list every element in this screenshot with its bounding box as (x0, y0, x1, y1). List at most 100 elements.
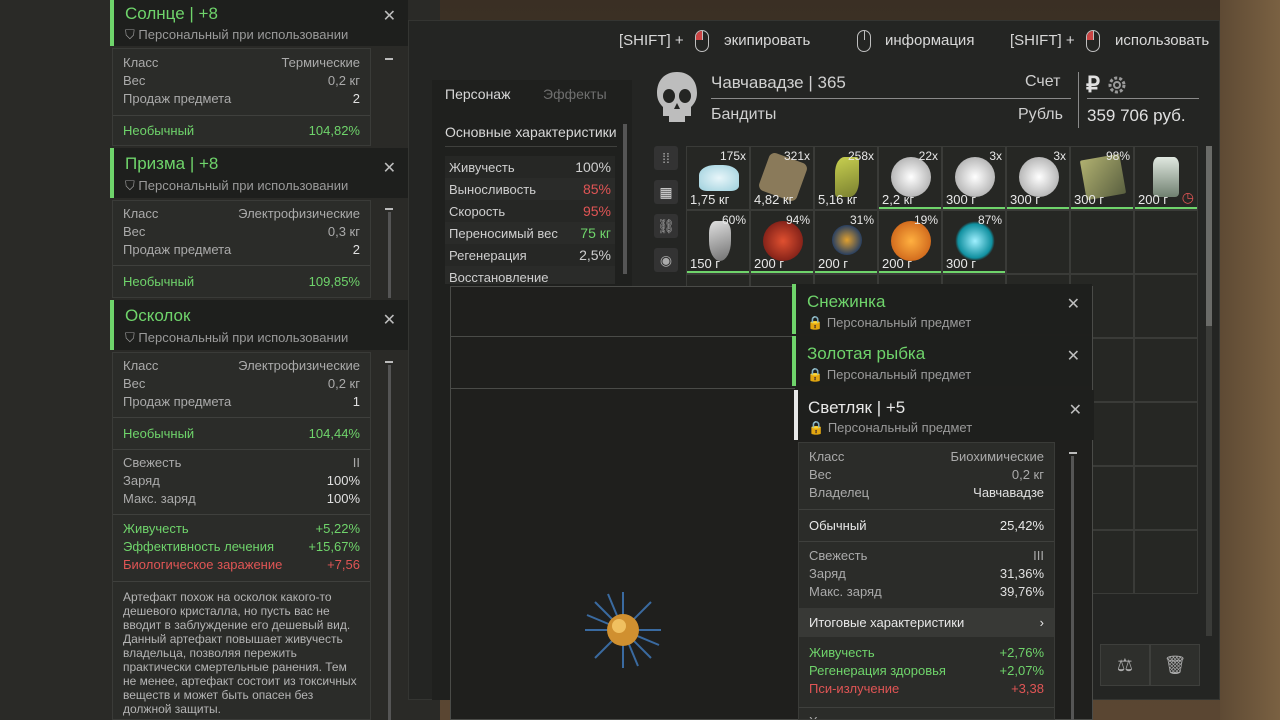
summary-label: Итоговые характеристики (809, 615, 965, 630)
inventory-slot[interactable]: 98% 300 г (1070, 146, 1134, 210)
close-icon[interactable]: ✕ (1067, 346, 1080, 366)
mouse-left-icon (695, 30, 709, 52)
divider (450, 388, 795, 389)
freshness-row: Свежесть III (809, 548, 1044, 566)
row-label: Вес (809, 467, 832, 482)
close-icon[interactable]: ✕ (383, 310, 396, 330)
close-icon[interactable]: ✕ (383, 158, 396, 178)
inventory-slot[interactable] (1134, 402, 1198, 466)
effect-value: +3,38 (1011, 681, 1044, 696)
inventory-slot[interactable]: 200 г ◷ (1134, 146, 1198, 210)
inventory-slot[interactable]: 175x 1,75 кг (686, 146, 750, 210)
weight-button[interactable]: ⚖ (1100, 644, 1150, 686)
inventory-slot[interactable]: 22x 2,2 кг (878, 146, 942, 210)
row-label: Макс. заряд (123, 491, 196, 506)
list-view-icon[interactable]: ⁞⁞ (654, 146, 678, 170)
ruble-icon: ₽ (1086, 72, 1100, 97)
close-icon[interactable]: ✕ (1069, 400, 1082, 420)
item-weight: 1,75 кг (690, 192, 730, 207)
tab-effects[interactable]: Эффекты (543, 86, 607, 102)
inventory-slot[interactable]: 3x 300 г (1006, 146, 1070, 210)
row-label: Заряд (809, 566, 846, 581)
item-weight: 200 г (1138, 192, 1169, 207)
item-count: 31% (849, 213, 874, 227)
item-icon (891, 157, 931, 197)
stat-label: Переносимый вес (449, 225, 558, 241)
scrollbar-thumb[interactable] (1206, 146, 1212, 326)
stat-row: Выносливость 85% (445, 178, 615, 200)
inventory-scrollbar[interactable] (1206, 146, 1212, 636)
stat-value: 2,5% (579, 247, 611, 263)
max-charge-row: Макс. заряд 39,76% (809, 584, 1044, 602)
inventory-slot[interactable]: 31% 200 г (814, 210, 878, 274)
divider (450, 336, 795, 337)
character-name: Чавчавадзе | 365 (711, 73, 846, 92)
settings-gear-icon[interactable] (1106, 74, 1128, 96)
inventory-slot[interactable]: 60% 150 г (686, 210, 750, 274)
inventory-slot[interactable]: 94% 200 г (750, 210, 814, 274)
tooltip-subtitle: ⛉ Персональный при использовании (125, 330, 348, 346)
summary-stats-button[interactable]: Итоговые характеристики › (799, 608, 1054, 637)
row-label: Свежесть (123, 455, 182, 470)
effect-label: Биологическое заражение (123, 557, 283, 572)
divider (711, 98, 1071, 99)
item-icon (699, 165, 739, 191)
inventory-slot[interactable] (1134, 466, 1198, 530)
stat-label: Выносливость (449, 181, 536, 197)
item-weight: 300 г (946, 192, 977, 207)
item-icon (763, 221, 803, 261)
effect-row: Биологическое заражение +7,56 (123, 557, 360, 575)
stats-scrollbar[interactable] (623, 124, 627, 274)
inventory-slot[interactable]: 87% 300 г (942, 210, 1006, 274)
firefly-artifact-icon (585, 592, 661, 668)
stat-value: 100% (575, 159, 611, 175)
tab-character[interactable]: Персонаж (445, 86, 510, 102)
tooltip-scrollbar[interactable] (388, 212, 391, 298)
row-label: Заряд (123, 473, 160, 488)
stat-label: Живучесть (449, 159, 515, 175)
row-value: III (1033, 548, 1044, 563)
item-description: Артефакт похож на осколок какого-то деше… (123, 590, 357, 716)
tooltip-scrollbar[interactable] (1071, 456, 1074, 720)
inventory-slot[interactable]: 19% 200 г (878, 210, 942, 274)
tooltip-scrollbar[interactable] (388, 365, 391, 720)
inventory-slot[interactable] (1134, 338, 1198, 402)
weight-row: Вес 0,2 кг (809, 467, 1044, 485)
upgrade-stats-label: Характеристики заточки (799, 708, 1054, 719)
rarity-row: Обычный 25,42% (799, 510, 1054, 541)
inventory-slot[interactable] (1006, 210, 1070, 274)
inventory-slot[interactable]: 3x 300 г (942, 146, 1006, 210)
link-icon[interactable]: ⛓ (654, 214, 678, 238)
inventory-slot[interactable] (1070, 210, 1134, 274)
stat-value: 75 кг (580, 225, 611, 241)
close-icon[interactable]: ✕ (1067, 294, 1080, 314)
tooltip-firefly-header: Светляк | +5 🔒 Персональный предмет ✕ (794, 390, 1094, 440)
class-row: Класс Электрофизические (123, 206, 360, 224)
max-charge-row: Макс. заряд 100% (123, 491, 360, 509)
item-count: 98% (1105, 149, 1130, 163)
row-value: Чавчавадзе (973, 485, 1044, 500)
inventory-slot[interactable] (1134, 210, 1198, 274)
inventory-slot[interactable]: 321x 4,82 кг (750, 146, 814, 210)
tooltip-scrollbar-cap (385, 58, 393, 60)
tooltip-title: Солнце | +8 (125, 4, 218, 23)
tooltip-subtitle-text: Персональный при использовании (138, 178, 349, 193)
item-icon (832, 225, 862, 255)
filter-icon[interactable]: ◉ (654, 248, 678, 272)
inventory-slot[interactable]: 258x 5,16 кг (814, 146, 878, 210)
delete-button[interactable]: 🗑 (1150, 644, 1200, 686)
effect-row: Регенерация здоровья +2,07% (809, 663, 1044, 681)
item-weight: 150 г (690, 256, 721, 271)
row-value: 100% (326, 491, 360, 506)
tooltip-prism-header: Призма | +8 ⛉ Персональный при использов… (110, 148, 408, 198)
rarity-row: Необычный 109,85% (113, 266, 370, 297)
item-count: 60% (721, 213, 746, 227)
tooltip-title: Снежинка (807, 292, 886, 311)
weight-row: Вес 0,2 кг (123, 376, 360, 394)
stat-label: Скорость (449, 203, 506, 219)
grid-view-icon[interactable]: ▦ (654, 180, 678, 204)
inventory-slot[interactable] (1134, 274, 1198, 338)
close-icon[interactable]: ✕ (383, 6, 396, 26)
inventory-slot[interactable] (1134, 530, 1198, 594)
row-label: Макс. заряд (809, 584, 882, 599)
